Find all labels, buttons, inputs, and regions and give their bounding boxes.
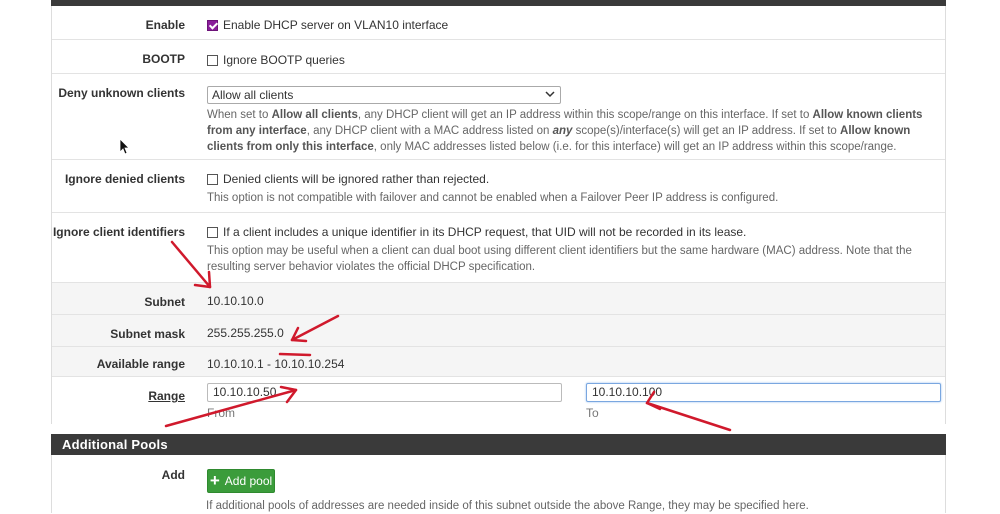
row-ignore-client-ids: Ignore client identifiers If a client in… (52, 212, 945, 283)
subnet-mask-label: Subnet mask (110, 327, 185, 341)
add-label: Add (161, 468, 185, 482)
dhcp-settings-panel: Enable Enable DHCP server on VLAN10 inte… (51, 6, 946, 424)
ignore-denied-checkbox[interactable] (207, 173, 218, 185)
ignore-client-ids-checkbox-text: If a client includes a unique identifier… (223, 225, 747, 239)
bootp-label: BOOTP (142, 52, 185, 66)
add-pool-button-label: Add pool (224, 474, 273, 488)
deny-unknown-help: When set to Allow all clients, any DHCP … (207, 109, 923, 153)
row-range: Range 10.10.10.50 From 10.10.10.100 To (52, 376, 945, 425)
available-range-value: 10.10.10.1 - 10.10.10.254 (207, 357, 345, 371)
range-from-input[interactable]: 10.10.10.50 (207, 383, 562, 402)
ignore-denied-help: This option is not compatible with failo… (207, 192, 779, 204)
add-pool-button[interactable]: + Add pool (207, 469, 275, 493)
available-range-label: Available range (96, 357, 185, 371)
enable-checkbox[interactable] (207, 19, 218, 31)
bootp-checkbox-text: Ignore BOOTP queries (223, 53, 345, 67)
deny-unknown-selected: Allow all clients (212, 88, 294, 102)
deny-unknown-select[interactable]: Allow all clients (207, 86, 561, 104)
row-deny-unknown: Deny unknown clients Allow all clients W… (52, 73, 945, 160)
deny-unknown-label: Deny unknown clients (58, 86, 185, 100)
additional-pools-header: Additional Pools (51, 434, 946, 455)
row-available-range: Available range 10.10.10.1 - 10.10.10.25… (52, 346, 945, 377)
ignore-denied-checkbox-text: Denied clients will be ignored rather th… (223, 172, 490, 186)
row-subnet-mask: Subnet mask 255.255.255.0 (52, 314, 945, 347)
plus-icon: + (209, 471, 220, 490)
additional-pools-help: If additional pools of addresses are nee… (206, 500, 809, 512)
row-subnet: Subnet 10.10.10.0 (52, 282, 945, 315)
row-bootp: BOOTP Ignore BOOTP queries (52, 39, 945, 74)
row-enable: Enable Enable DHCP server on VLAN10 inte… (52, 6, 945, 38)
subnet-label: Subnet (144, 295, 185, 309)
range-to-label: To (586, 406, 599, 420)
ignore-client-ids-checkbox[interactable] (207, 226, 218, 238)
enable-label: Enable (145, 18, 185, 32)
chevron-down-icon (545, 91, 555, 98)
range-to-input[interactable]: 10.10.10.100 (586, 383, 941, 402)
range-from-label: From (207, 406, 235, 420)
enable-checkbox-text: Enable DHCP server on VLAN10 interface (223, 18, 449, 32)
subnet-value: 10.10.10.0 (207, 294, 264, 308)
bootp-checkbox[interactable] (207, 54, 218, 66)
range-label: Range (148, 389, 185, 403)
ignore-client-ids-label: Ignore client identifiers (52, 225, 185, 239)
ignore-client-ids-help: This option may be useful when a client … (207, 245, 912, 273)
mouse-cursor-icon (119, 138, 130, 155)
additional-pools-title: Additional Pools (62, 437, 168, 452)
row-ignore-denied: Ignore denied clients Denied clients wil… (52, 159, 945, 213)
ignore-denied-label: Ignore denied clients (64, 172, 185, 186)
subnet-mask-value: 255.255.255.0 (207, 326, 284, 340)
